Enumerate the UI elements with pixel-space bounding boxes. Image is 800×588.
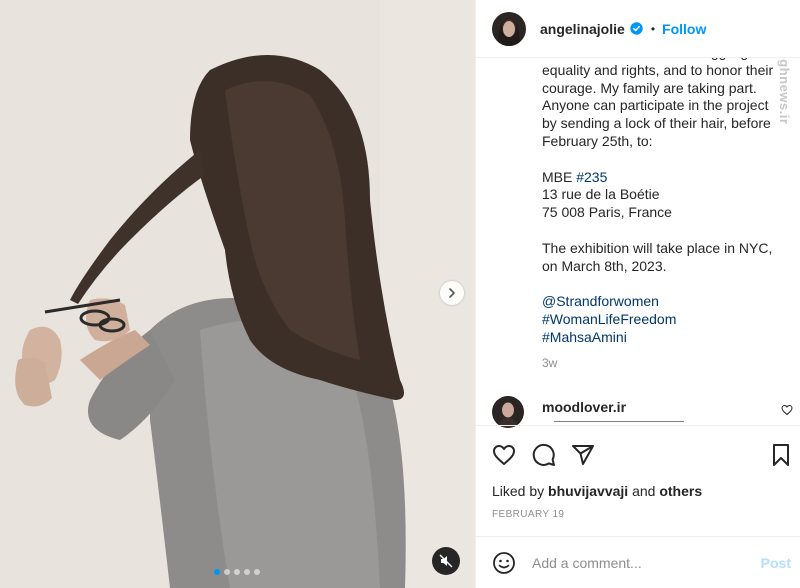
author-avatar[interactable] <box>492 11 526 46</box>
caption-intro: women in Iran who are struggling for equ… <box>542 44 774 149</box>
post-comment-button[interactable]: Post <box>761 555 791 571</box>
caption-exhibition: The exhibition will take place in NYC, o… <box>542 239 773 274</box>
caption-address-line3: 75 008 Paris, France <box>542 204 672 221</box>
post-actions: Liked by bhuvijavvaji and others FEBRUAR… <box>476 425 800 535</box>
carousel-dot <box>244 569 250 575</box>
chevron-right-icon <box>449 288 455 298</box>
comment-item: moodlover.ir <box>492 396 626 428</box>
media-photo <box>0 0 475 588</box>
mute-toggle-button[interactable] <box>432 547 460 575</box>
hashtag-mahsaamini[interactable]: #MahsaAmini <box>542 329 778 347</box>
carousel-dot <box>214 569 220 575</box>
bookmark-icon[interactable] <box>770 443 792 467</box>
carousel-dot <box>254 569 260 575</box>
caption-timestamp[interactable]: 3w <box>542 356 557 370</box>
comments-divider <box>554 421 684 423</box>
address-tag-link[interactable]: #235 <box>576 169 607 185</box>
follow-button[interactable]: Follow <box>662 21 706 37</box>
post-date[interactable]: FEBRUARY 19 <box>492 509 564 520</box>
post-header: angelinajolie • Follow <box>476 0 800 58</box>
comment-like-heart-icon[interactable] <box>781 404 793 416</box>
post-details-panel: angelinajolie • Follow mashreghnews.ir w… <box>475 0 800 588</box>
carousel-dot <box>224 569 230 575</box>
author-username[interactable]: angelinajolie <box>540 21 625 37</box>
share-icon[interactable] <box>571 443 595 467</box>
likes-conjunction: and <box>632 483 656 499</box>
add-comment-bar: Post <box>476 536 800 588</box>
mention-strandforwomen[interactable]: @Strandforwomen <box>542 293 778 311</box>
post-media[interactable] <box>0 0 475 588</box>
carousel-dot <box>234 569 240 575</box>
commenter-username[interactable]: moodlover.ir <box>542 399 626 415</box>
comment-input[interactable] <box>532 554 732 571</box>
likes-others-link[interactable]: others <box>659 483 702 499</box>
caption-address-line2: 13 rue de la Boétie <box>542 186 660 203</box>
carousel-next-button[interactable] <box>440 281 464 305</box>
separator-dot: • <box>650 21 656 36</box>
comment-icon[interactable] <box>532 443 556 467</box>
post-caption: women in Iran who are struggling for equ… <box>542 44 778 347</box>
hashtag-womanlifefreedom[interactable]: #WomanLifeFreedom <box>542 311 778 329</box>
caption-address-line1: MBE #235 <box>542 169 778 187</box>
liked-by-user[interactable]: bhuvijavvaji <box>548 483 628 499</box>
likes-summary: Liked by bhuvijavvaji and others <box>492 483 702 499</box>
heart-icon[interactable] <box>492 443 516 467</box>
muted-speaker-icon <box>439 554 453 568</box>
likes-prefix: Liked by <box>492 483 545 499</box>
address-label: MBE <box>542 168 573 185</box>
verified-badge-icon <box>630 22 643 35</box>
carousel-indicator <box>214 569 260 575</box>
emoji-icon[interactable] <box>492 551 516 575</box>
commenter-avatar[interactable] <box>492 396 524 428</box>
